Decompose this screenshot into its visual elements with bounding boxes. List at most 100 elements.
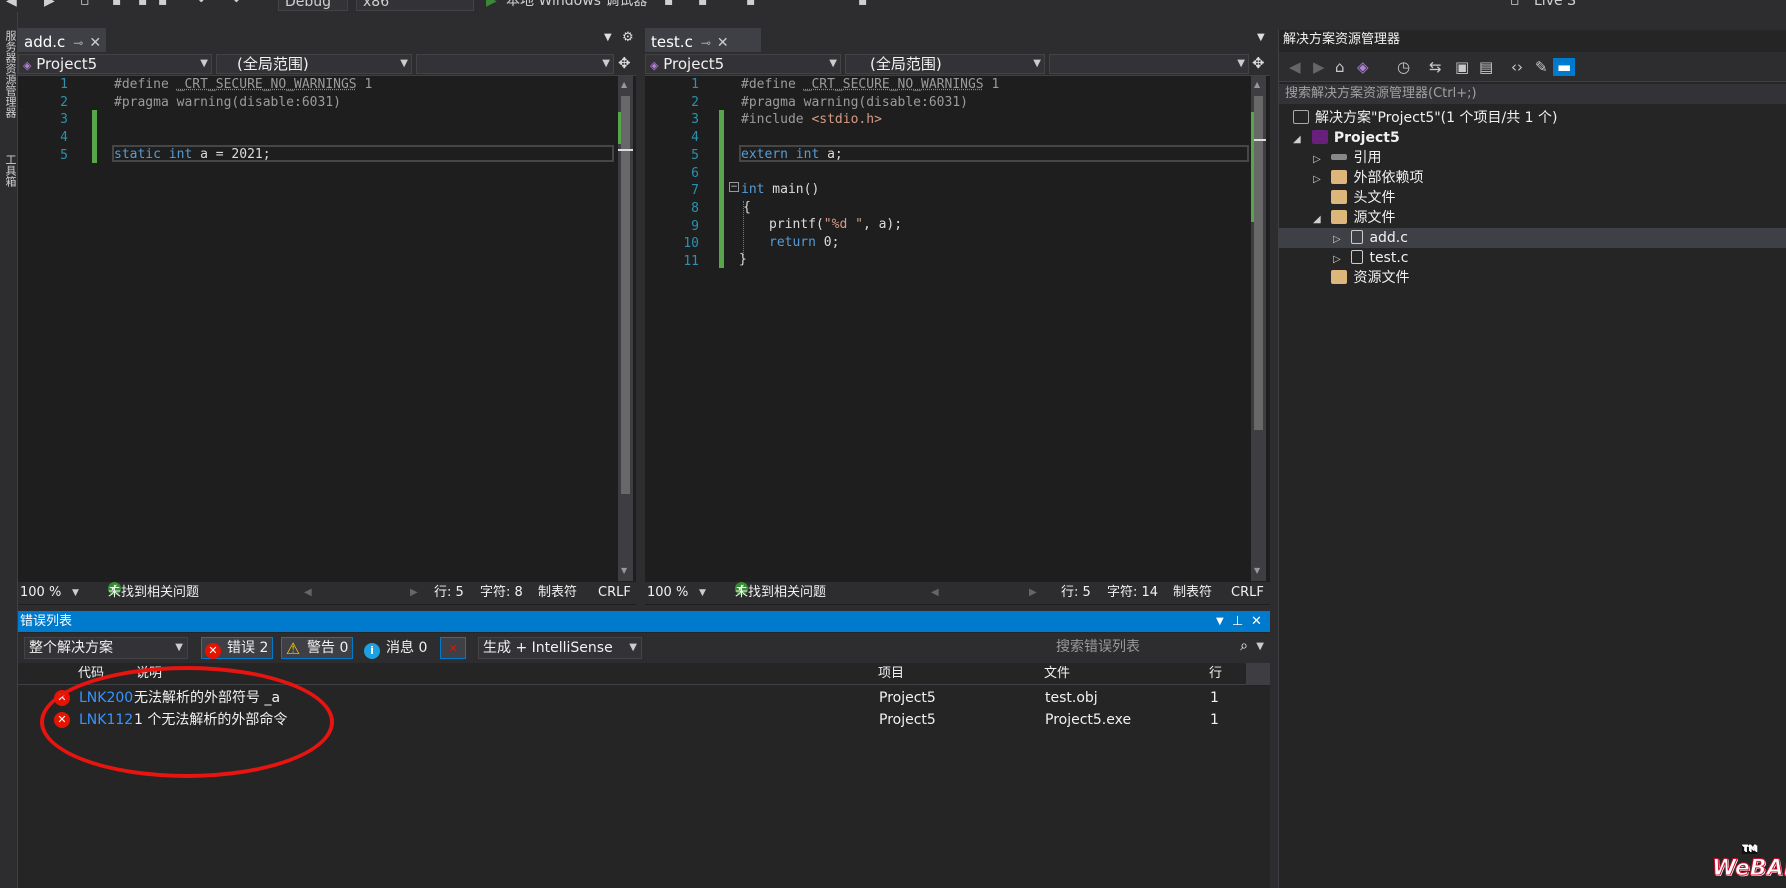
tab-add-c[interactable]: add.c ⊸ ✕ [18, 28, 106, 52]
scrollbar-thumb[interactable] [621, 96, 630, 494]
toolbox-tab[interactable]: 工具箱 [2, 154, 18, 187]
tree-file-add-c[interactable]: ▷ add.c [1279, 228, 1786, 248]
new-item-icon[interactable]: ▫ [80, 0, 90, 11]
tree-references[interactable]: ▷ 引用 [1313, 148, 1381, 168]
col-line[interactable]: 行 [1209, 663, 1222, 685]
error-list-panel: 错误列表 ▼ ⊥ ✕ 整个解决方案 ▼ ✕ 错误 2 ⚠ 警告 0 i 消息 0 ✕ 生… [18, 611, 1270, 888]
tab-dropdown-icon[interactable]: ▼ [1257, 32, 1265, 43]
pin-icon[interactable]: ⊥ [1232, 611, 1243, 632]
tree-header-files[interactable]: 头文件 [1313, 188, 1395, 208]
sync-icon[interactable]: ⇆ [1429, 58, 1442, 76]
zoom-level[interactable]: 100 % [20, 582, 61, 604]
live-share-button[interactable]: Live S [1534, 0, 1576, 11]
split-window-icon[interactable]: ✥ [618, 54, 631, 72]
watermark-text: WeBAR [1712, 856, 1786, 882]
project-combo[interactable]: ◈ Project5 ▼ [645, 54, 841, 74]
tree-solution[interactable]: 解决方案"Project5"(1 个项目/共 1 个) [1293, 108, 1558, 128]
undo-icon[interactable]: ↶ [198, 0, 210, 11]
pin-icon[interactable]: ⊸ [701, 36, 711, 50]
col-project[interactable]: 项目 [878, 663, 904, 685]
view-code-icon[interactable]: ‹› [1511, 58, 1523, 76]
forward-icon[interactable]: ▶ [44, 0, 55, 11]
redo-icon[interactable]: ↷ [228, 0, 240, 11]
close-icon[interactable]: ✕ [717, 35, 729, 51]
toolbar-icon-b[interactable]: ▪ [746, 0, 756, 11]
tab-row: test.c ⊸ ✕ ▼ [645, 28, 1270, 52]
find-icon[interactable]: ▪ [664, 0, 674, 11]
toolbar-icon-a[interactable]: ▪ [698, 0, 708, 11]
platform-combo[interactable]: x86 [356, 0, 474, 11]
scroll-right-icon[interactable]: ▶ [410, 582, 418, 604]
properties-wrench-icon[interactable]: ✎ [1535, 58, 1548, 76]
preview-selected-icon[interactable]: ▬ [1553, 58, 1576, 76]
collapse-all-icon[interactable]: ▣ [1455, 58, 1469, 76]
vertical-scrollbar[interactable]: ▲ ▼ [1251, 76, 1266, 581]
warnings-filter-button[interactable]: ⚠ 警告 0 [281, 637, 354, 659]
tree-external-deps[interactable]: ▷ 外部依赖项 [1313, 168, 1423, 188]
save-icon[interactable]: ▪ [138, 0, 148, 11]
back-icon[interactable]: ◀ [6, 0, 17, 11]
errors-filter-button[interactable]: ✕ 错误 2 [201, 637, 274, 659]
switch-views-icon[interactable]: ◈ [1357, 58, 1369, 76]
run-icon[interactable]: ▶ [486, 0, 497, 11]
chevron-down-icon[interactable]: ▼ [1256, 637, 1264, 657]
run-debugger-button[interactable]: 本地 Windows 调试器 [506, 0, 647, 11]
scroll-left-icon[interactable]: ◀ [304, 582, 312, 604]
solution-search-input[interactable]: 搜索解决方案资源管理器(Ctrl+;) [1279, 84, 1786, 104]
code-line-2: #pragma warning(disable:6031) [114, 94, 341, 110]
member-combo[interactable]: ▼ [416, 54, 614, 74]
editor-pane-add-c: add.c ⊸ ✕ ▼ ⚙ ◈ Project5 ▼ (全局范围) ▼ ▼ ✥ 1 2 … [18, 28, 636, 605]
save-all-icon[interactable]: ▪ [158, 0, 168, 11]
messages-filter-button[interactable]: i 消息 0 [360, 637, 433, 659]
line-number: 1 [60, 77, 68, 92]
scope-combo[interactable]: 整个解决方案 ▼ [24, 637, 188, 659]
tabs-indicator[interactable]: 制表符 [1173, 582, 1212, 604]
window-menu-icon[interactable]: ▼ [1216, 611, 1224, 632]
close-icon[interactable]: ✕ [1251, 611, 1262, 632]
scope-combo[interactable]: (全局范围) ▼ [845, 54, 1045, 74]
project-combo[interactable]: ◈ Project5 ▼ [18, 54, 212, 74]
open-folder-icon[interactable]: ▪ [112, 0, 122, 11]
pin-icon[interactable]: ⊸ [73, 36, 83, 50]
config-combo[interactable]: Debug [278, 0, 348, 11]
tab-test-c[interactable]: test.c ⊸ ✕ [645, 28, 761, 52]
tree-file-test-c[interactable]: ▷ test.c [1333, 248, 1409, 268]
zoom-dropdown-icon[interactable]: ▼ [72, 582, 79, 604]
code-editor[interactable]: 1 2 3 4 5 6 7 8 9 10 11 − #define _CRT_S… [645, 76, 1251, 581]
close-icon[interactable]: ✕ [89, 35, 101, 51]
home-icon[interactable]: ⌂ [1335, 58, 1345, 76]
filter-icon[interactable]: ✕ [440, 637, 466, 659]
tab-dropdown-icon[interactable]: ▼ [604, 32, 612, 43]
scope-combo[interactable]: (全局范围) ▼ [216, 54, 412, 74]
server-explorer-tab[interactable]: 服务器资源管理器 [2, 30, 18, 118]
vertical-scrollbar[interactable]: ▲ ▼ [618, 76, 633, 581]
tree-resource-files[interactable]: 资源文件 [1313, 268, 1409, 288]
show-all-files-icon[interactable]: ▤ [1479, 58, 1493, 76]
member-combo[interactable]: ▼ [1049, 54, 1249, 74]
col-file[interactable]: 文件 [1044, 663, 1070, 685]
search-icon[interactable]: ⌕ [1240, 636, 1248, 656]
build-filter-combo[interactable]: 生成 + IntelliSense ▼ [478, 637, 642, 659]
scroll-left-icon[interactable]: ◀ [931, 582, 939, 604]
scrollbar-thumb[interactable] [1254, 96, 1263, 430]
back-icon[interactable]: ◀ [1289, 58, 1301, 76]
settings-gear-icon[interactable]: ⚙ [622, 30, 634, 45]
error-search-input[interactable]: 搜索错误列表 ⌕ ▼ [1052, 637, 1268, 659]
collapse-icon[interactable]: − [729, 182, 739, 192]
zoom-level[interactable]: 100 % [647, 582, 688, 604]
pending-changes-icon[interactable]: ◷ [1397, 58, 1410, 76]
bookmark-icon[interactable]: ▪ [858, 0, 868, 11]
scroll-right-icon[interactable]: ▶ [1029, 582, 1037, 604]
split-window-icon[interactable]: ✥ [1252, 54, 1265, 72]
tabs-indicator[interactable]: 制表符 [538, 582, 577, 604]
live-share-icon[interactable]: ▫ [1510, 0, 1520, 11]
chevron-down-icon: ▼ [400, 58, 408, 69]
eol-indicator[interactable]: CRLF [1231, 582, 1264, 604]
tree-source-files[interactable]: ◢ 源文件 [1313, 208, 1395, 228]
tree-project[interactable]: ◢ Project5 [1293, 128, 1400, 148]
code-editor[interactable]: 1 2 3 4 5 #define _CRT_SECURE_NO_WARNING… [18, 76, 618, 581]
forward-icon[interactable]: ▶ [1313, 58, 1325, 76]
zoom-dropdown-icon[interactable]: ▼ [699, 582, 706, 604]
eol-indicator[interactable]: CRLF [598, 582, 631, 604]
line-number: 5 [691, 147, 699, 163]
